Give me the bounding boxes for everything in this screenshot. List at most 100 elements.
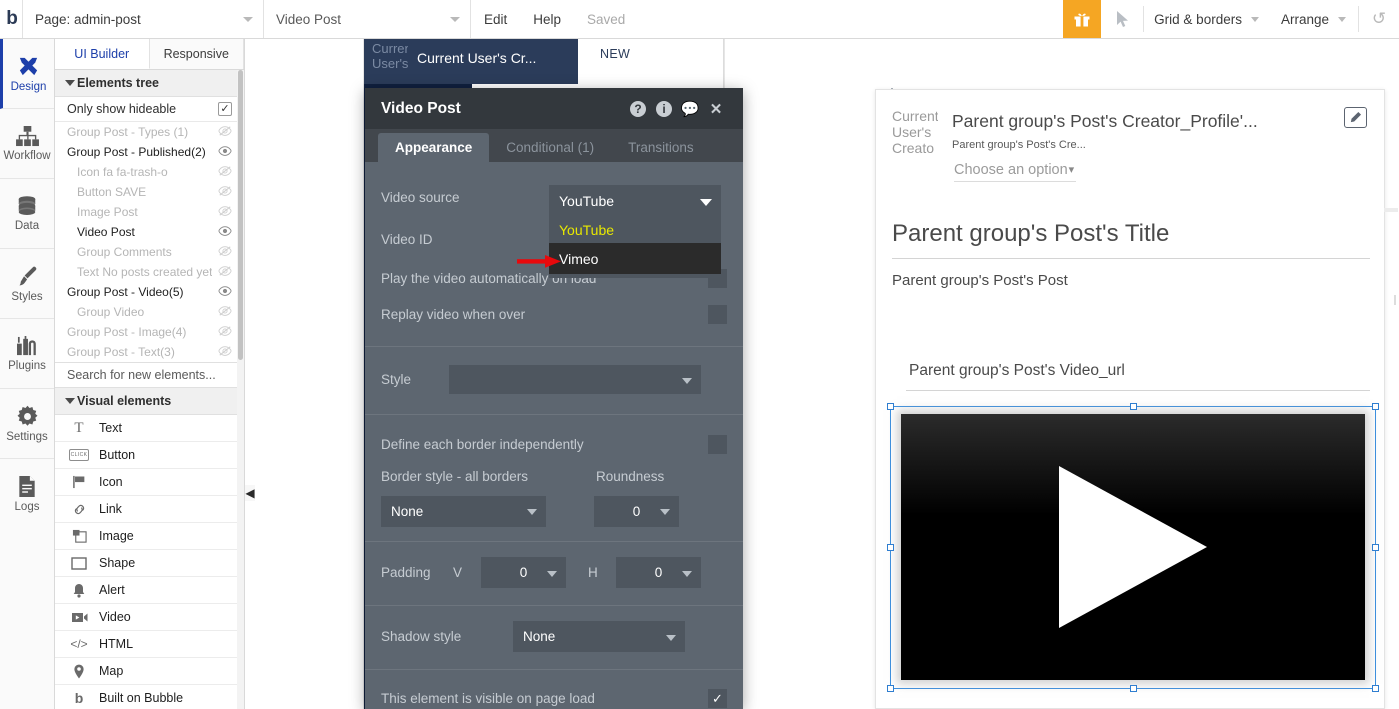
- element-item-alert[interactable]: Alert: [55, 577, 244, 604]
- eye-slash-icon[interactable]: [218, 125, 232, 140]
- property-editor-dialog[interactable]: Video Post ? i 💬 ✕ Appearance Conditiona…: [365, 88, 743, 709]
- visible-on-load-row[interactable]: This element is visible on page load ✓: [365, 682, 743, 709]
- info-circle-icon[interactable]: i: [651, 100, 677, 117]
- element-item-button[interactable]: CLICK Button: [55, 442, 244, 469]
- element-item-icon[interactable]: Icon: [55, 469, 244, 496]
- resize-handle-nw[interactable]: [887, 403, 894, 410]
- tree-item[interactable]: Group Post - Video(5): [55, 282, 244, 302]
- sidebar-item-design[interactable]: Design: [0, 39, 54, 109]
- define-borders-checkbox[interactable]: [708, 434, 727, 454]
- roundness-input[interactable]: 0: [594, 495, 679, 527]
- tab-conditional[interactable]: Conditional (1): [489, 133, 611, 162]
- arrange-menu[interactable]: Arrange: [1271, 0, 1358, 38]
- tree-item[interactable]: Group Post - Published(2): [55, 142, 244, 162]
- eye-slash-icon[interactable]: [218, 345, 232, 360]
- tree-item[interactable]: Group Video: [55, 302, 244, 322]
- element-item-image[interactable]: Image: [55, 523, 244, 550]
- panel-scrollbar[interactable]: [237, 70, 244, 709]
- cursor-arrow-icon[interactable]: [1101, 0, 1143, 38]
- page-selector[interactable]: Page: admin-post: [23, 0, 263, 38]
- video-source-dropdown[interactable]: YouTube YouTube Vimeo: [549, 185, 721, 278]
- resize-handle-w[interactable]: [887, 544, 894, 551]
- video-element-preview[interactable]: [901, 414, 1365, 680]
- panel-collapse-arrow[interactable]: ◀: [245, 485, 255, 501]
- tree-item[interactable]: Video Post: [55, 222, 244, 242]
- replay-checkbox[interactable]: [708, 304, 727, 324]
- visible-on-load-checkbox[interactable]: ✓: [708, 689, 727, 708]
- tree-item[interactable]: Group Post - Types (1): [55, 122, 244, 142]
- video-element-selection[interactable]: [887, 403, 1379, 692]
- eye-slash-icon[interactable]: [218, 245, 232, 260]
- gift-icon[interactable]: [1063, 0, 1102, 38]
- visual-elements-header[interactable]: Visual elements: [55, 388, 244, 415]
- style-select[interactable]: [449, 365, 701, 394]
- eye-slash-icon[interactable]: [218, 205, 232, 220]
- padding-h-input[interactable]: 0: [616, 557, 701, 588]
- video-source-dropdown-trigger[interactable]: YouTube: [549, 185, 721, 216]
- eye-icon[interactable]: [218, 225, 232, 240]
- tree-item[interactable]: Group Comments: [55, 242, 244, 262]
- sidebar-item-data[interactable]: Data: [0, 179, 54, 249]
- element-item-link[interactable]: Link: [55, 496, 244, 523]
- resize-handle-ne[interactable]: [1372, 403, 1379, 410]
- element-item-text[interactable]: T Text: [55, 415, 244, 442]
- dropdown-option-vimeo[interactable]: Vimeo: [549, 243, 721, 274]
- canvas-header-band[interactable]: Curren User's Current User's Cr...: [364, 39, 578, 84]
- resize-handle-e[interactable]: [1372, 544, 1379, 551]
- tree-item[interactable]: Icon fa fa-trash-o: [55, 162, 244, 182]
- border-style-select[interactable]: None: [381, 495, 546, 527]
- sidebar-item-styles[interactable]: Styles: [0, 249, 54, 319]
- undo-icon[interactable]: ↺: [1359, 0, 1399, 38]
- element-selector[interactable]: Video Post: [264, 0, 470, 38]
- eye-slash-icon[interactable]: [218, 325, 232, 340]
- resize-handle-se[interactable]: [1372, 685, 1379, 692]
- tree-item[interactable]: Group Post - Image(4): [55, 322, 244, 342]
- elements-tree-header[interactable]: Elements tree: [55, 70, 244, 97]
- comment-bubble-icon[interactable]: 💬: [677, 100, 703, 118]
- sidebar-item-workflow[interactable]: Workflow: [0, 109, 54, 179]
- element-item-video[interactable]: Video: [55, 604, 244, 631]
- tree-item[interactable]: Image Post: [55, 202, 244, 222]
- resize-handle-sw[interactable]: [887, 685, 894, 692]
- eye-icon[interactable]: [218, 285, 232, 300]
- property-editor-titlebar[interactable]: Video Post ? i 💬 ✕: [365, 88, 743, 129]
- close-x-icon[interactable]: ✕: [703, 100, 729, 118]
- eye-slash-icon[interactable]: [218, 185, 232, 200]
- shadow-select[interactable]: None: [513, 621, 685, 652]
- help-menu[interactable]: Help: [520, 0, 574, 38]
- element-item-map[interactable]: Map: [55, 658, 244, 685]
- element-item-built-on-bubble[interactable]: b Built on Bubble: [55, 685, 244, 709]
- eye-slash-icon[interactable]: [218, 265, 232, 280]
- choose-option-select[interactable]: Choose an option ▾: [954, 158, 1076, 182]
- sidebar-item-logs[interactable]: Logs: [0, 459, 54, 529]
- element-item-html[interactable]: </> HTML: [55, 631, 244, 658]
- dropdown-option-youtube[interactable]: YouTube: [549, 216, 721, 243]
- tab-ui-builder[interactable]: UI Builder: [55, 39, 150, 69]
- padding-v-input[interactable]: 0: [481, 557, 566, 588]
- resize-handle-s[interactable]: [1130, 685, 1137, 692]
- only-show-hideable-checkbox[interactable]: ✓: [218, 102, 232, 116]
- replay-row[interactable]: Replay video when over: [365, 296, 743, 332]
- eye-slash-icon[interactable]: [218, 165, 232, 180]
- edit-menu[interactable]: Edit: [471, 0, 520, 38]
- grid-borders-menu[interactable]: Grid & borders: [1144, 0, 1271, 38]
- panel-scrollbar-thumb[interactable]: [238, 70, 243, 360]
- tree-item[interactable]: Button SAVE: [55, 182, 244, 202]
- eye-icon[interactable]: [218, 145, 232, 160]
- help-circle-icon[interactable]: ?: [625, 100, 651, 117]
- tree-item[interactable]: Group Post - Text(3): [55, 342, 244, 362]
- edit-pencil-square-icon[interactable]: [1344, 107, 1367, 128]
- tab-appearance[interactable]: Appearance: [378, 133, 490, 162]
- eye-slash-icon[interactable]: [218, 305, 232, 320]
- define-borders-row[interactable]: Define each border independently: [365, 427, 743, 461]
- only-show-hideable-row[interactable]: Only show hideable ✓: [55, 97, 244, 122]
- bubble-logo-icon[interactable]: b: [0, 0, 22, 38]
- element-item-shape[interactable]: Shape: [55, 550, 244, 577]
- sidebar-item-plugins[interactable]: Plugins: [0, 319, 54, 389]
- resize-handle-n[interactable]: [1130, 403, 1137, 410]
- tree-item[interactable]: Text No posts created yet: [55, 262, 244, 282]
- tab-responsive[interactable]: Responsive: [149, 39, 244, 69]
- sidebar-item-settings[interactable]: Settings: [0, 389, 54, 459]
- search-new-elements-input[interactable]: Search for new elements...: [55, 362, 244, 388]
- tab-transitions[interactable]: Transitions: [611, 133, 711, 162]
